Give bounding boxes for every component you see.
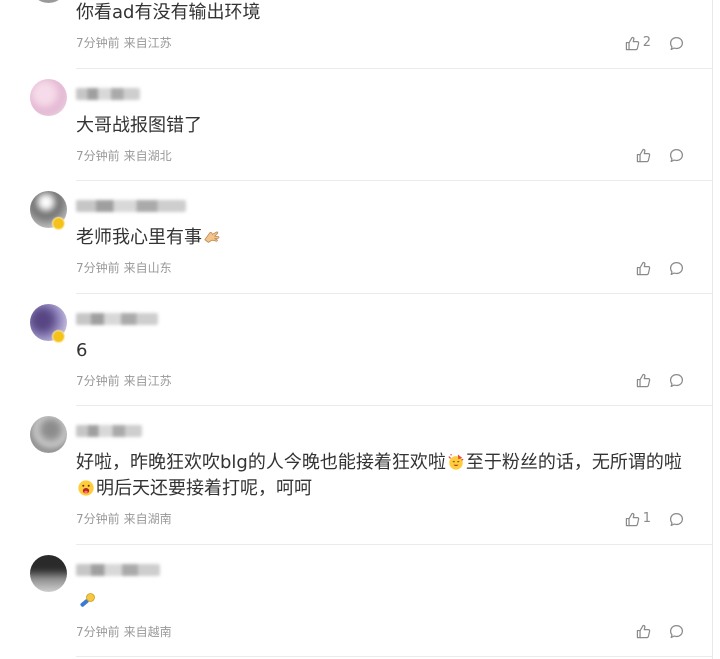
comment-item: 老师我心里有事 7分钟前 来自山东 [30, 181, 712, 294]
avatar[interactable] [30, 78, 67, 116]
username[interactable] [76, 312, 158, 325]
like-button[interactable] [636, 624, 651, 639]
comment-item: 7分钟前 来自越南 [30, 545, 712, 657]
avatar[interactable] [30, 554, 67, 592]
thumbs-up-icon [636, 148, 651, 163]
comment-meta: 7分钟前 来自山东 [76, 260, 712, 276]
avatar-image [30, 416, 67, 453]
username[interactable] [76, 425, 142, 437]
like-button[interactable] [636, 148, 651, 163]
avatar-image [30, 78, 67, 116]
comment-meta: 7分钟前 来自江苏 [76, 373, 712, 389]
thumbs-up-icon [625, 36, 639, 50]
comment-item: 你看ad有没有输出环境 7分钟前 来自江苏 2 [30, 0, 712, 69]
comment-item: 大哥战报图错了 7分钟前 来自湖北 [30, 69, 712, 181]
comment-actions [636, 373, 684, 389]
comment-source: 来自江苏 [123, 373, 172, 388]
comment-bubble-icon [669, 261, 684, 275]
comment-text: 6 [76, 339, 88, 361]
comment-time: 7分钟前 [76, 261, 120, 275]
reply-button[interactable] [669, 512, 684, 527]
reply-button[interactable] [669, 148, 684, 163]
username[interactable] [76, 87, 140, 100]
comment-source: 来自山东 [123, 261, 172, 275]
like-button[interactable] [636, 261, 651, 276]
comment-text-segment: 老师我心里有事 [76, 227, 202, 248]
comment-text: 好啦，昨晚狂欢吹blg的人今晚也能接着狂欢啦 至于粉丝的话，无所谓的啦明后天还要接… [76, 450, 690, 502]
comment-meta: 7分钟前 来自越南 [76, 624, 712, 640]
comment-actions [636, 260, 684, 276]
comment-source: 来自江苏 [123, 36, 172, 50]
vip-badge-icon [52, 217, 65, 230]
tongue-out-face-emoji-icon [78, 480, 94, 496]
username[interactable] [76, 563, 160, 576]
comment-text-segment: 好啦，昨晚狂欢吹blg的人今晚也能接着狂欢啦 [76, 452, 446, 473]
microphone-emoji-icon [80, 592, 95, 607]
comment-source: 来自越南 [123, 624, 172, 639]
comment-time: 7分钟前 [76, 512, 120, 526]
comment-actions: 1 [625, 511, 684, 527]
comment-item: 6 7分钟前 来自江苏 [30, 294, 712, 406]
comment-meta: 7分钟前 来自湖南 [76, 511, 712, 527]
comment-item: 好啦，昨晚狂欢吹blg的人今晚也能接着狂欢啦 至于粉丝的话，无所谓的啦明后天还要接… [30, 406, 712, 545]
comment-text-segment: 明后天还要接着打呢，呵呵 [96, 478, 312, 499]
comment-time: 7分钟前 [76, 148, 120, 163]
thumbs-up-icon [636, 261, 651, 275]
like-button[interactable]: 1 [625, 511, 651, 527]
comment-actions: 2 [625, 35, 684, 51]
like-count: 2 [642, 35, 651, 50]
comment-bubble-icon [669, 148, 684, 163]
comment-actions [636, 624, 684, 640]
comment-time: 7分钟前 [76, 373, 120, 388]
comment-bubble-icon [669, 512, 684, 526]
comment-list: 你看ad有没有输出环境 7分钟前 来自江苏 2 大哥战报图错了 7分钟前 来自湖北 [0, 0, 713, 659]
comment-meta: 7分钟前 来自湖北 [76, 148, 712, 164]
like-button[interactable] [636, 373, 651, 388]
hand-emoji-icon [204, 231, 220, 243]
avatar-image [30, 0, 67, 3]
comment-bubble-icon [669, 373, 684, 388]
comment-text-segment: 至于粉丝的话，无所谓的啦 [465, 452, 682, 473]
comment-source: 来自湖南 [123, 512, 172, 526]
thumbs-up-icon [625, 512, 639, 526]
avatar[interactable] [30, 0, 67, 3]
party-face-emoji-icon [448, 453, 464, 470]
thumbs-up-icon [636, 373, 651, 388]
vip-badge-icon [52, 329, 65, 343]
comment-text [76, 589, 690, 615]
avatar[interactable] [30, 416, 67, 453]
like-count: 1 [642, 511, 651, 526]
reply-button[interactable] [669, 373, 684, 388]
comment-actions [636, 148, 684, 164]
reply-button[interactable] [669, 624, 684, 639]
comment-bubble-icon [669, 36, 684, 50]
comment-time: 7分钟前 [76, 624, 120, 639]
comment-meta: 7分钟前 来自江苏 [76, 35, 712, 51]
thumbs-up-icon [636, 624, 651, 639]
comment-text: 你看ad有没有输出环境 [76, 2, 261, 23]
avatar-image [30, 554, 67, 592]
comment-text: 老师我心里有事 [76, 225, 690, 251]
like-button[interactable]: 2 [625, 35, 651, 51]
comment-text: 大哥战报图错了 [76, 114, 202, 136]
comment-source: 来自湖北 [123, 148, 172, 163]
username[interactable] [76, 200, 186, 212]
reply-button[interactable] [669, 36, 684, 51]
reply-button[interactable] [669, 261, 684, 276]
comment-bubble-icon [669, 624, 684, 639]
comment-time: 7分钟前 [76, 36, 120, 50]
